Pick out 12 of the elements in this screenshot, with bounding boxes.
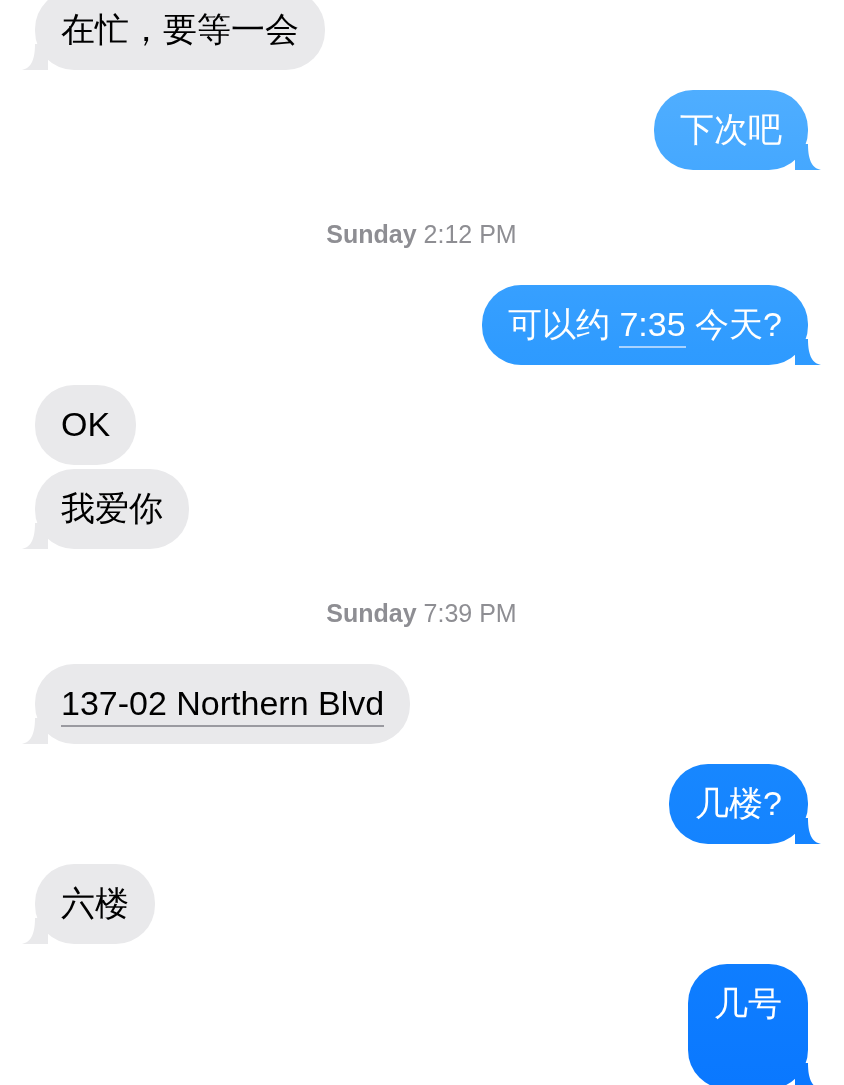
timestamp: Sunday 7:39 PM (326, 599, 517, 628)
message-text: 几号 (714, 983, 782, 1024)
message-text: 我爱你 (61, 488, 163, 529)
timestamp: Sunday 2:12 PM (326, 220, 517, 249)
message-text: 可以约 (508, 304, 611, 345)
message-text: 在忙，要等一会 (61, 9, 299, 50)
message-text: OK (61, 404, 111, 445)
message-text: 几楼? (695, 783, 782, 824)
message-text: 今天? (694, 304, 782, 345)
message-text: 六楼 (61, 883, 129, 924)
message-text: 下次吧 (680, 109, 782, 150)
message-link[interactable]: 137-02 Northern Blvd (61, 683, 385, 727)
